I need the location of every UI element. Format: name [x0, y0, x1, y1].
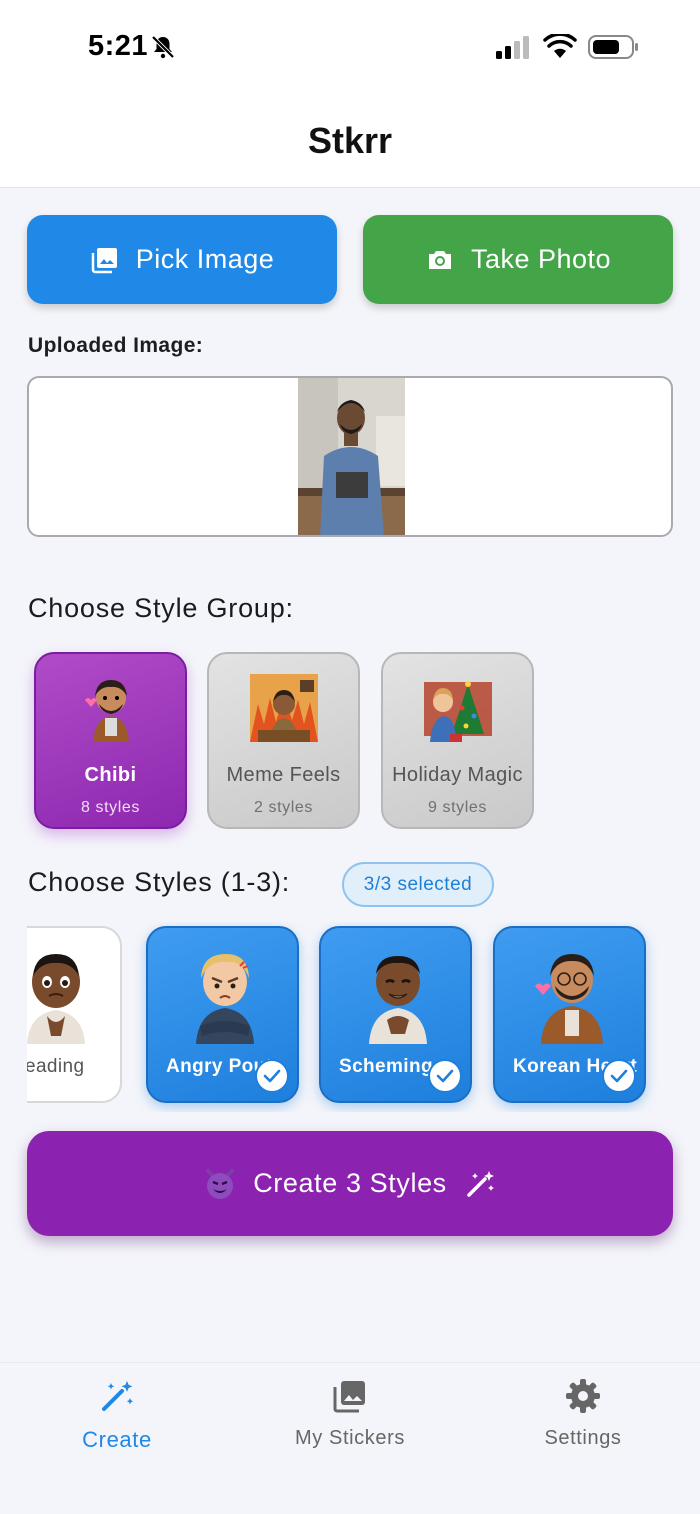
meme-feels-thumbnail [249, 674, 318, 742]
group-card-holiday-magic[interactable]: Holiday Magic 9 styles [381, 652, 534, 829]
selection-count-badge: 3/3 selected [342, 862, 494, 907]
selected-check-icon [255, 1059, 289, 1093]
magic-wand-icon [102, 1381, 134, 1411]
chibi-thumbnail [84, 680, 129, 742]
create-styles-label: Create 3 Styles [253, 1168, 447, 1198]
nav-tab-my-stickers[interactable]: My Stickers [250, 1377, 450, 1450]
group-name: Meme Feels [226, 764, 341, 786]
nav-label: Settings [544, 1427, 622, 1449]
group-count: 8 styles [80, 799, 141, 816]
bell-muted-icon [151, 35, 175, 59]
nav-tab-settings[interactable]: Settings [483, 1377, 683, 1450]
group-name: Chibi [84, 764, 137, 786]
uploaded-image-label: Uploaded Image: [28, 334, 204, 357]
status-bar: 5:21 [0, 0, 700, 95]
style-card-scheming[interactable]: Scheming [319, 926, 472, 1103]
group-card-meme-feels[interactable]: Meme Feels 2 styles [207, 652, 360, 829]
app-title: Stkrr [307, 120, 393, 161]
group-count: 2 styles [253, 799, 314, 816]
take-photo-label: Take Photo [470, 244, 612, 274]
style-card-angry-pout[interactable]: Angry Pout [146, 926, 299, 1103]
korean-heart-avatar [535, 954, 603, 1044]
status-time: 5:21 [88, 30, 149, 62]
style-name: eading [27, 1056, 85, 1077]
nav-tab-create[interactable]: Create [17, 1377, 217, 1453]
group-card-chibi[interactable]: Chibi 8 styles [34, 652, 187, 829]
selected-check-icon [602, 1059, 636, 1093]
create-styles-button[interactable]: Create 3 Styles [27, 1131, 673, 1236]
holiday-magic-thumbnail [423, 681, 492, 742]
bottom-navigation: Create My Stickers Settings [0, 1362, 700, 1514]
wifi-icon [543, 34, 577, 58]
battery-icon [588, 35, 638, 59]
selected-check-icon [428, 1059, 462, 1093]
pick-image-button[interactable]: Pick Image [27, 215, 337, 304]
app-header: Stkrr [0, 95, 700, 188]
pick-image-label: Pick Image [135, 244, 275, 274]
styles-carousel[interactable]: eading Angry Pout Scheming Korean Heart [27, 922, 673, 1112]
camera-icon [428, 250, 451, 269]
uploaded-image-frame [27, 376, 673, 537]
cellular-signal-icon [496, 36, 529, 59]
style-card-pleading[interactable]: eading [27, 926, 122, 1103]
pleading-avatar [27, 954, 85, 1044]
nav-label: My Stickers [295, 1427, 405, 1449]
photo-library-icon [333, 1381, 365, 1413]
style-card-korean-heart[interactable]: Korean Heart [493, 926, 646, 1103]
uploaded-photo [298, 378, 405, 535]
style-group-heading: Choose Style Group: [28, 593, 294, 623]
group-count: 9 styles [427, 799, 488, 816]
angry-pout-avatar [196, 954, 254, 1044]
group-name: Holiday Magic [392, 764, 523, 786]
gear-icon [566, 1379, 600, 1413]
magic-wand-icon [467, 1170, 494, 1197]
gallery-icon [91, 247, 117, 273]
style-name: Scheming [339, 1056, 433, 1077]
devil-emoji-icon [206, 1168, 235, 1199]
scheming-avatar [369, 956, 427, 1044]
nav-label: Create [82, 1427, 152, 1452]
choose-styles-heading: Choose Styles (1-3): [28, 867, 291, 897]
take-photo-button[interactable]: Take Photo [363, 215, 673, 304]
